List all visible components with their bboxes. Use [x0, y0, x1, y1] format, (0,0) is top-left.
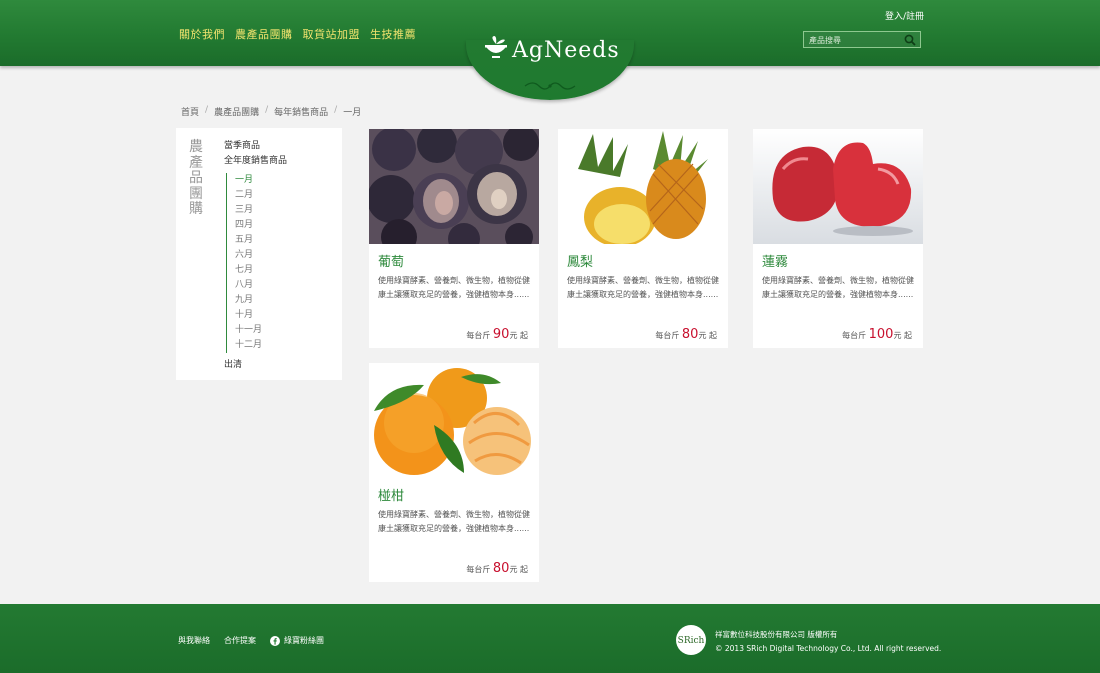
price-value: 100: [868, 327, 894, 342]
month-item-9[interactable]: 九月: [235, 293, 287, 308]
price-prefix: 每台斤: [655, 331, 680, 340]
logo-mortar-icon: [485, 36, 507, 58]
month-item-10[interactable]: 十月: [235, 308, 287, 323]
product-description: 使用綠寶酵素、營養劑、微生物，植物從健康土讓獲取充足的營養，強健植物本身....…: [378, 276, 530, 299]
product-description: 使用綠寶酵素、營養劑、微生物，植物從健康土讓獲取充足的營養，強健植物本身....…: [378, 510, 530, 533]
sidebar-item-seasonal[interactable]: 當季商品: [224, 139, 287, 154]
srich-logo-icon[interactable]: SRich: [676, 625, 706, 655]
month-item-6[interactable]: 六月: [235, 248, 287, 263]
product-card-wax-apple[interactable]: 蓮霧 使用綠寶酵素、營養劑、微生物，植物從健康土讓獲取充足的營養，強健植物本身.…: [753, 129, 923, 348]
search-input[interactable]: [807, 33, 901, 48]
footer-fanpage-link[interactable]: 綠寶粉絲團: [270, 635, 324, 646]
srich-logo-text: SRich: [678, 636, 705, 646]
wax-apple-image: [753, 129, 923, 244]
breadcrumb-group-buy[interactable]: 農產品團購: [214, 105, 259, 118]
nav-pickup-franchise[interactable]: 取貨站加盟: [303, 26, 361, 42]
month-item-3[interactable]: 三月: [235, 203, 287, 218]
price-suffix: 元 起: [698, 331, 717, 340]
product-price: 每台斤 100元 起: [842, 327, 912, 342]
month-item-7[interactable]: 七月: [235, 263, 287, 278]
price-prefix: 每台斤: [842, 331, 867, 340]
nav-group-buy[interactable]: 農產品團購: [235, 26, 293, 42]
product-description: 使用綠寶酵素、營養劑、微生物，植物從健康土讓獲取充足的營養，強健植物本身....…: [567, 276, 719, 299]
breadcrumb-separator: /: [334, 105, 338, 115]
product-name[interactable]: 蓮霧: [762, 251, 788, 270]
product-card-pineapple[interactable]: 鳳梨 使用綠寶酵素、營養劑、微生物，植物從健康土讓獲取充足的營養，強健植物本身.…: [558, 129, 728, 348]
nav-about[interactable]: 關於我們: [179, 26, 225, 42]
copyright-block: 祥富數位科技股份有限公司 版權所有 © 2013 SRich Digital T…: [715, 628, 941, 656]
site-logo[interactable]: AgNeeds: [512, 38, 620, 63]
price-suffix: 元 起: [509, 565, 528, 574]
product-price: 每台斤 80元 起: [466, 561, 528, 576]
product-name[interactable]: 葡萄: [378, 251, 404, 270]
company-name: 祥富數位科技股份有限公司 版權所有: [715, 630, 838, 639]
search-box: [803, 31, 921, 48]
month-item-1[interactable]: 一月: [235, 173, 287, 188]
month-item-2[interactable]: 二月: [235, 188, 287, 203]
product-card-grape[interactable]: 葡萄 使用綠寶酵素、營養劑、微生物，植物從健康土讓獲取充足的營養，強健植物本身.…: [369, 129, 539, 348]
grape-image: [369, 129, 539, 244]
breadcrumb-separator: /: [265, 105, 269, 115]
category-sidebar: 農產品團購 當季商品 全年度銷售商品 一月 二月 三月 四月 五月 六月 七月 …: [176, 128, 342, 380]
month-item-12[interactable]: 十二月: [235, 338, 287, 353]
site-footer: 與我聯絡 合作提案 綠寶粉絲團 SRich 祥富數位科技股份有限公司 版權所有 …: [0, 604, 1100, 673]
breadcrumb-current: 一月: [343, 108, 362, 118]
price-value: 90: [492, 327, 510, 342]
price-prefix: 每台斤: [466, 331, 491, 340]
product-name[interactable]: 椪柑: [378, 485, 404, 504]
sidebar-title: 農產品團購: [189, 139, 203, 217]
product-description: 使用綠寶酵素、營養劑、微生物，植物從健康土讓獲取充足的營養，強健植物本身....…: [762, 276, 914, 299]
footer-contact-link[interactable]: 與我聯絡: [178, 635, 210, 646]
breadcrumb-home[interactable]: 首頁: [181, 105, 199, 118]
breadcrumb-separator: /: [205, 105, 209, 115]
price-prefix: 每台斤: [466, 565, 491, 574]
search-icon[interactable]: [904, 34, 916, 46]
month-item-5[interactable]: 五月: [235, 233, 287, 248]
copyright-text: © 2013 SRich Digital Technology Co., Ltd…: [715, 644, 942, 653]
nav-biotech[interactable]: 生技推薦: [370, 26, 416, 42]
breadcrumb-yearly[interactable]: 每年銷售商品: [274, 105, 328, 118]
logo-flourish-icon: [524, 82, 576, 90]
product-card-ponkan[interactable]: 椪柑 使用綠寶酵素、營養劑、微生物，植物從健康土讓獲取充足的營養，強健植物本身.…: [369, 363, 539, 582]
product-price: 每台斤 90元 起: [466, 327, 528, 342]
footer-partnership-link[interactable]: 合作提案: [224, 635, 256, 646]
month-list: 一月 二月 三月 四月 五月 六月 七月 八月 九月 十月 十一月 十二月: [226, 173, 287, 353]
ponkan-image: [369, 363, 539, 478]
pineapple-image: [558, 129, 728, 244]
month-item-11[interactable]: 十一月: [235, 323, 287, 338]
price-value: 80: [492, 561, 510, 576]
breadcrumb: 首頁 / 農產品團購 / 每年銷售商品 / 一月: [181, 105, 361, 118]
product-price: 每台斤 80元 起: [655, 327, 717, 342]
price-value: 80: [681, 327, 699, 342]
product-name[interactable]: 鳳梨: [567, 251, 593, 270]
sidebar-item-clearance[interactable]: 出清: [224, 358, 287, 373]
footer-fanpage-label: 綠寶粉絲團: [284, 636, 324, 645]
sidebar-menu: 當季商品 全年度銷售商品 一月 二月 三月 四月 五月 六月 七月 八月 九月 …: [224, 139, 287, 373]
login-register-link[interactable]: 登入/註冊: [885, 9, 924, 22]
month-item-8[interactable]: 八月: [235, 278, 287, 293]
footer-links: 與我聯絡 合作提案 綠寶粉絲團: [178, 635, 324, 646]
price-suffix: 元 起: [893, 331, 912, 340]
price-suffix: 元 起: [509, 331, 528, 340]
month-item-4[interactable]: 四月: [235, 218, 287, 233]
sidebar-item-yearly[interactable]: 全年度銷售商品: [224, 154, 287, 169]
facebook-icon: [270, 635, 280, 646]
main-nav: 關於我們 農產品團購 取貨站加盟 生技推薦: [179, 26, 416, 42]
